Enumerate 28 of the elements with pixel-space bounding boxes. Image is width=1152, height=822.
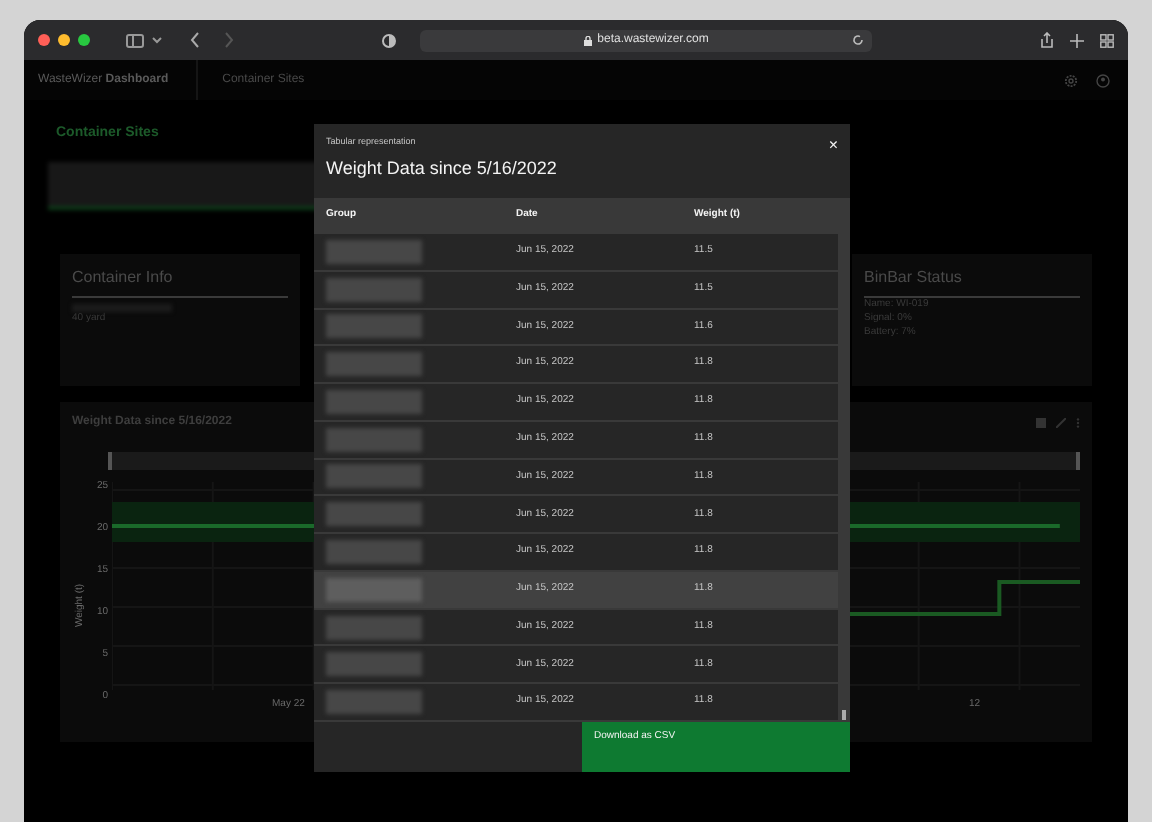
card-title: BinBar Status — [864, 265, 1080, 297]
card-title: Container Info — [72, 265, 288, 297]
blurred-cell-placeholder — [326, 652, 422, 677]
blurred-cell-placeholder — [326, 540, 422, 565]
blurred-cell-placeholder — [326, 464, 422, 489]
close-button[interactable]: × — [828, 136, 838, 156]
minimize-window-icon[interactable] — [58, 34, 70, 46]
blurred-cell-placeholder — [326, 352, 422, 377]
plus-icon[interactable] — [1070, 33, 1084, 47]
chevron-down-icon[interactable] — [152, 36, 162, 44]
blurred-cell-placeholder — [326, 277, 422, 302]
modal-title: Weight Data since 5/16/2022 — [326, 155, 557, 182]
blurred-cell-placeholder — [326, 502, 422, 527]
blurred-cell-placeholder — [326, 577, 422, 602]
blurred-cell-placeholder — [326, 427, 422, 452]
blurred-cell-placeholder — [326, 690, 422, 715]
blurred-cell-placeholder — [326, 389, 422, 414]
reload-icon[interactable] — [852, 34, 864, 46]
blurred-cell-placeholder — [326, 239, 422, 264]
blurred-cell-placeholder — [326, 314, 422, 339]
close-window-icon[interactable] — [38, 34, 50, 46]
zoom-window-icon[interactable] — [78, 34, 90, 46]
lock-icon — [583, 35, 592, 45]
blurred-cell-placeholder — [326, 615, 422, 640]
back-icon[interactable] — [190, 32, 200, 48]
share-icon[interactable] — [1040, 32, 1054, 48]
tabs-grid-icon[interactable] — [1100, 33, 1114, 47]
sidebar-icon[interactable] — [126, 33, 144, 47]
